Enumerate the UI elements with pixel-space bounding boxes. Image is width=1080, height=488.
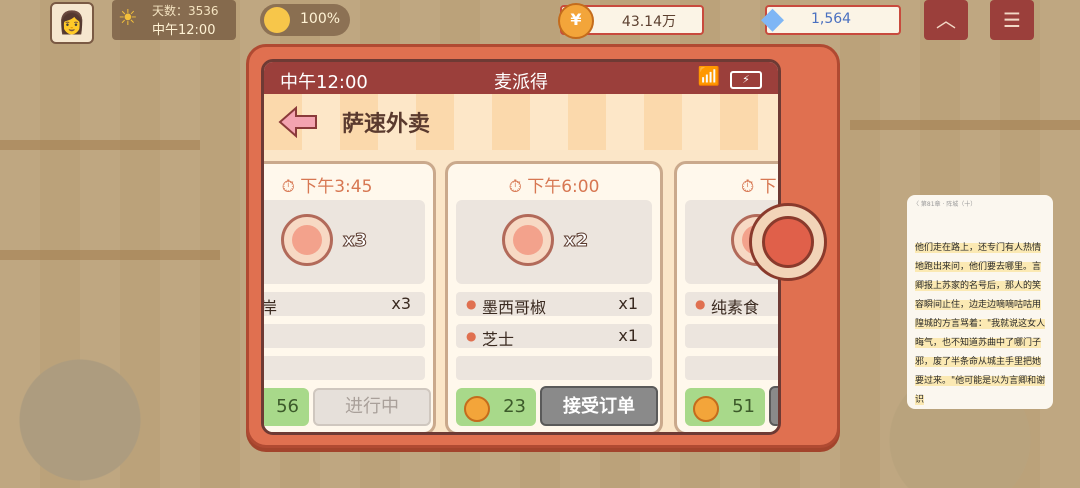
- item-name: 墨西哥椒: [482, 298, 547, 317]
- sun-icon: ☀: [118, 6, 138, 31]
- gem-balance: ◆ 1,564: [761, 1, 901, 36]
- pizza-qty: x2: [563, 230, 589, 252]
- back-arrow-icon[interactable]: [278, 106, 318, 138]
- menu-button[interactable]: ☰: [990, 0, 1034, 40]
- coin-balance: ¥ 43.14万: [558, 3, 704, 39]
- order-time: ⏱ 下午6:00: [508, 177, 600, 197]
- item-name: 典海岸: [261, 298, 278, 317]
- pizza-icon: [502, 214, 554, 266]
- reward-amount: 23: [503, 396, 526, 417]
- order-card: ⏱ 下午6:00 x2 ● 墨西哥椒 x1 ● 芝士 x1 23 接受订单: [445, 161, 663, 432]
- diamond-icon: ◆: [761, 1, 785, 36]
- order-item-empty: [456, 356, 652, 380]
- accept-order-button[interactable]: [769, 386, 778, 426]
- accept-order-button[interactable]: 接受订单: [540, 386, 658, 426]
- order-list[interactable]: ⏱ 下午3:45 x3 典海岸 x3 56 进行中 ⏱ 下午6:00: [264, 161, 778, 432]
- order-item: ● 墨西哥椒 x1: [456, 292, 652, 317]
- coin-icon: [693, 396, 719, 422]
- phone-screen: 中午12:00 麦派得 📶 ⚡ 萨速外卖 ⏱ 下午3:45 x3 典海岸 x3: [261, 59, 781, 435]
- bullet-icon: ●: [466, 329, 477, 343]
- item-name: 纯素食: [711, 298, 760, 317]
- hud-time: 中午12:00: [152, 23, 216, 38]
- player-avatar[interactable]: 👩: [50, 2, 94, 44]
- order-item: ● 芝士 x1: [456, 324, 652, 349]
- smiley-icon: [264, 7, 290, 33]
- day-time-panel: ☀ 天数：3536 中午12:00: [112, 0, 236, 40]
- reward-badge: 23: [456, 388, 536, 426]
- item-qty: x1: [618, 294, 638, 313]
- coin-icon: [464, 396, 490, 422]
- pizza-summary: x2: [456, 200, 652, 284]
- order-item: ● 纯素食: [685, 292, 778, 317]
- order-item-empty: [264, 356, 425, 380]
- reward-amount: 56: [276, 396, 299, 417]
- phone-device: 中午12:00 麦派得 📶 ⚡ 萨速外卖 ⏱ 下午3:45 x3 典海岸 x3: [246, 44, 840, 448]
- pizza-icon: [281, 214, 333, 266]
- mood-panel: 100%: [260, 4, 350, 36]
- order-card: ⏱ 下 ● 纯素食 51: [674, 161, 778, 432]
- battery-icon: ⚡: [730, 71, 762, 89]
- bullet-icon: ●: [466, 297, 477, 311]
- page-title: 萨速外卖: [342, 112, 431, 137]
- order-item-empty: [685, 324, 778, 348]
- order-item-empty: [685, 356, 778, 380]
- book-text: 他们走在路上，还专门有人热情地跑出来问，他们要去哪里。言卿报上苏家的名号后，那人…: [915, 243, 1046, 405]
- order-time: ⏱ 下: [741, 177, 777, 197]
- item-qty: x3: [391, 294, 411, 313]
- day-counter: 天数：3536: [152, 4, 219, 18]
- gem-amount: 1,564: [811, 11, 852, 27]
- item-qty: x1: [618, 326, 638, 345]
- item-name: 芝士: [482, 330, 515, 349]
- collapse-button[interactable]: ︿: [924, 0, 968, 40]
- reading-overlay[interactable]: 〈 第81章 · 阵城（十） 他们走在路上，还专门有人热情地跑出来问，他们要去哪…: [907, 195, 1053, 409]
- reward-amount: 51: [732, 396, 755, 417]
- pizza-summary: x3: [264, 200, 425, 284]
- in-progress-button: 进行中: [313, 388, 431, 426]
- page-header: 萨速外卖: [264, 94, 778, 150]
- bullet-icon: ●: [695, 297, 706, 311]
- order-item: 典海岸 x3: [261, 292, 425, 317]
- chapter-header: 〈 第81章 · 阵城（十）: [913, 201, 977, 208]
- order-card: ⏱ 下午3:45 x3 典海岸 x3 56 进行中: [261, 161, 436, 432]
- status-bar: 中午12:00 麦派得 📶 ⚡: [264, 62, 778, 94]
- pizza-qty: x3: [342, 230, 368, 252]
- coin-amount: 43.14万: [621, 14, 676, 30]
- mood-percent: 100%: [300, 11, 341, 27]
- reward-badge: 51: [685, 388, 765, 426]
- reward-badge: 56: [264, 388, 309, 426]
- order-item-empty: [264, 324, 425, 348]
- wifi-icon: 📶: [697, 66, 720, 87]
- order-time: ⏱ 下午3:45: [281, 177, 373, 197]
- phone-home-button[interactable]: [749, 203, 827, 281]
- coin-icon: ¥: [558, 3, 594, 39]
